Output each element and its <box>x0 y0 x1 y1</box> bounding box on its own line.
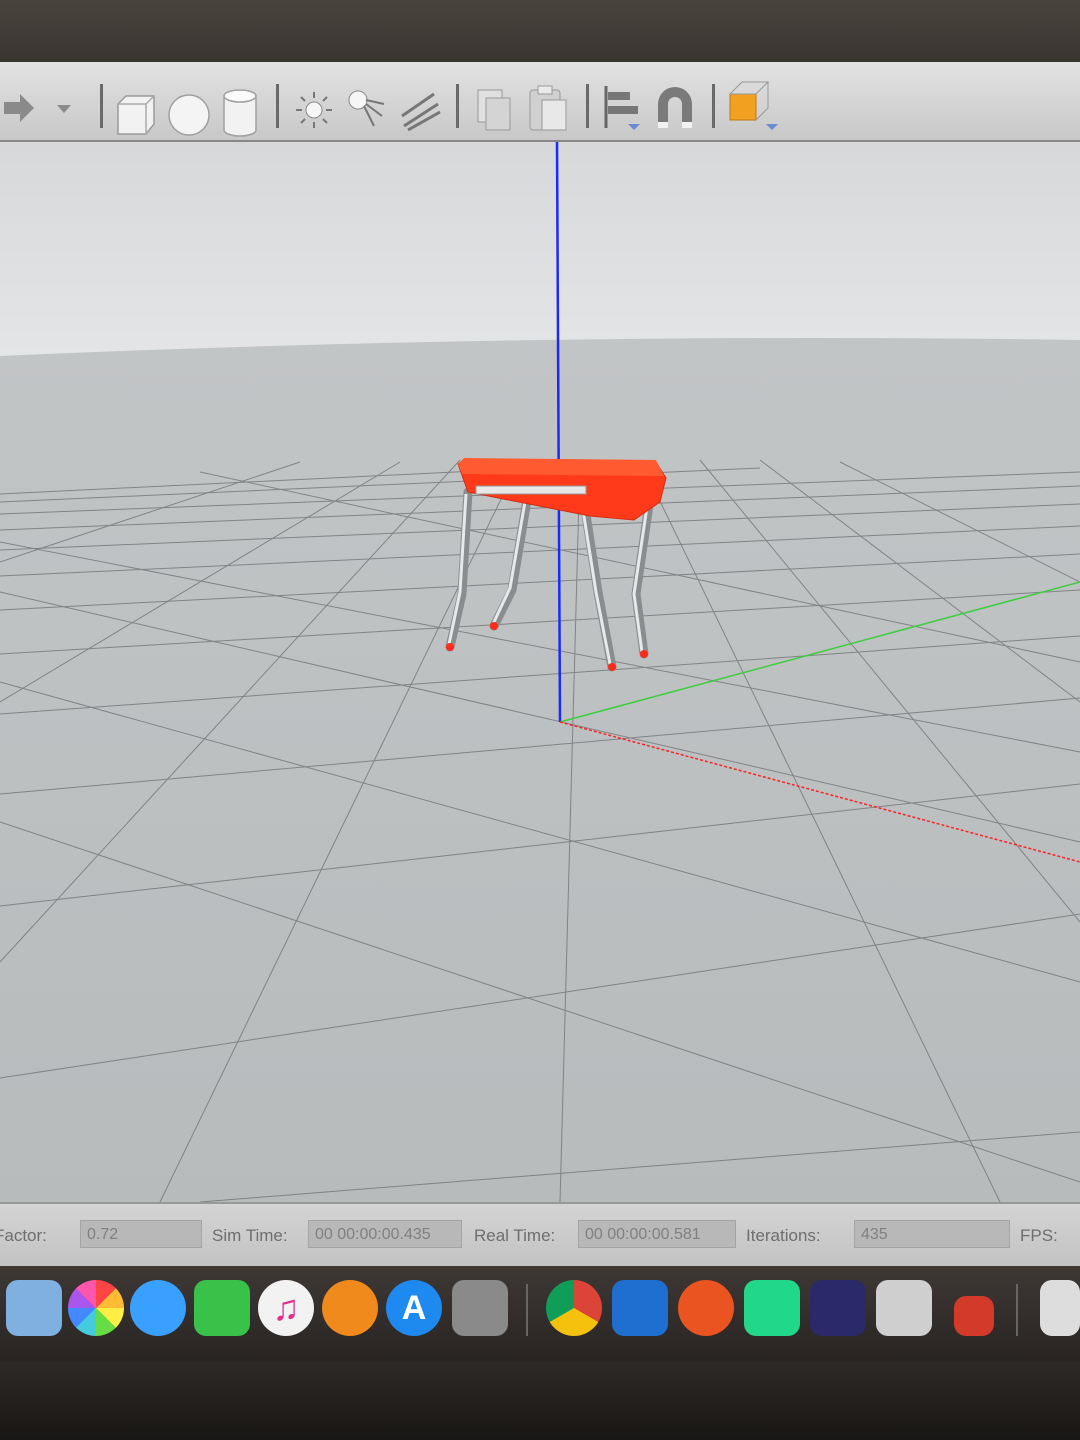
snap-magnet-icon[interactable] <box>652 84 698 134</box>
dropdown-arrow-icon[interactable] <box>56 102 72 116</box>
macos-dock: ♫ A <box>0 1266 1080 1362</box>
sky-background <box>0 142 1080 356</box>
dock-separator <box>1016 1284 1018 1336</box>
app-store-icon[interactable]: A <box>386 1280 442 1336</box>
photos-icon[interactable] <box>68 1280 124 1336</box>
spot-light-icon[interactable] <box>344 86 386 130</box>
documents-stack-icon[interactable] <box>1040 1280 1080 1336</box>
toolbar-separator <box>586 84 589 128</box>
facetime-icon[interactable] <box>194 1280 250 1336</box>
archive-utility-icon[interactable] <box>876 1280 932 1336</box>
real-time-factor-label: Factor: <box>0 1226 47 1245</box>
toolbar-separator <box>456 84 459 128</box>
sim-time-label: Sim Time: <box>212 1226 288 1245</box>
robot-hip-joints <box>475 485 587 495</box>
box-shape-icon[interactable] <box>112 92 158 138</box>
point-light-icon[interactable] <box>294 90 334 130</box>
align-icon[interactable] <box>600 84 644 134</box>
directional-light-icon[interactable] <box>398 90 442 132</box>
redo-arrow-icon[interactable] <box>2 90 36 126</box>
robot-body-top <box>458 458 664 476</box>
view-angle-cube-icon[interactable] <box>726 80 782 134</box>
gazebo-window: Factor: 0.72 Sim Time: 00 00:00:00.435 R… <box>0 62 1080 1362</box>
parallels-icon[interactable] <box>954 1296 994 1336</box>
iterations-value: 435 <box>854 1220 1010 1248</box>
scene-viewport[interactable] <box>0 142 1080 1202</box>
messages-icon[interactable] <box>130 1280 186 1336</box>
toolbar <box>0 62 1080 142</box>
monitor-bezel-bottom <box>0 1362 1080 1440</box>
real-time-value: 00 00:00:00.581 <box>578 1220 736 1248</box>
real-time-label: Real Time: <box>474 1226 556 1245</box>
sphere-shape-icon[interactable] <box>166 92 212 138</box>
chrome-icon[interactable] <box>546 1280 602 1336</box>
ubuntu-vm-icon[interactable] <box>678 1280 734 1336</box>
books-icon[interactable] <box>322 1280 378 1336</box>
toolbar-separator <box>100 84 103 128</box>
status-bar: Factor: 0.72 Sim Time: 00 00:00:00.435 R… <box>0 1202 1080 1268</box>
cylinder-shape-icon[interactable] <box>220 88 260 138</box>
fps-label: FPS: <box>1020 1226 1058 1245</box>
windows-vm-icon[interactable] <box>612 1280 668 1336</box>
monitor-bezel-top <box>0 0 1080 62</box>
maps-icon[interactable] <box>6 1280 62 1336</box>
system-preferences-icon[interactable] <box>452 1280 508 1336</box>
real-time-factor-value: 0.72 <box>80 1220 202 1248</box>
pycharm-icon[interactable] <box>744 1280 800 1336</box>
sim-time-value: 00 00:00:00.435 <box>308 1220 462 1248</box>
toolbar-separator <box>276 84 279 128</box>
toolbar-separator <box>712 84 715 128</box>
itunes-icon[interactable]: ♫ <box>258 1280 314 1336</box>
dock-separator <box>526 1284 528 1336</box>
iterations-label: Iterations: <box>746 1226 821 1245</box>
robot-sim-icon[interactable] <box>810 1280 866 1336</box>
paste-icon[interactable] <box>526 84 570 134</box>
copy-icon[interactable] <box>474 86 514 134</box>
